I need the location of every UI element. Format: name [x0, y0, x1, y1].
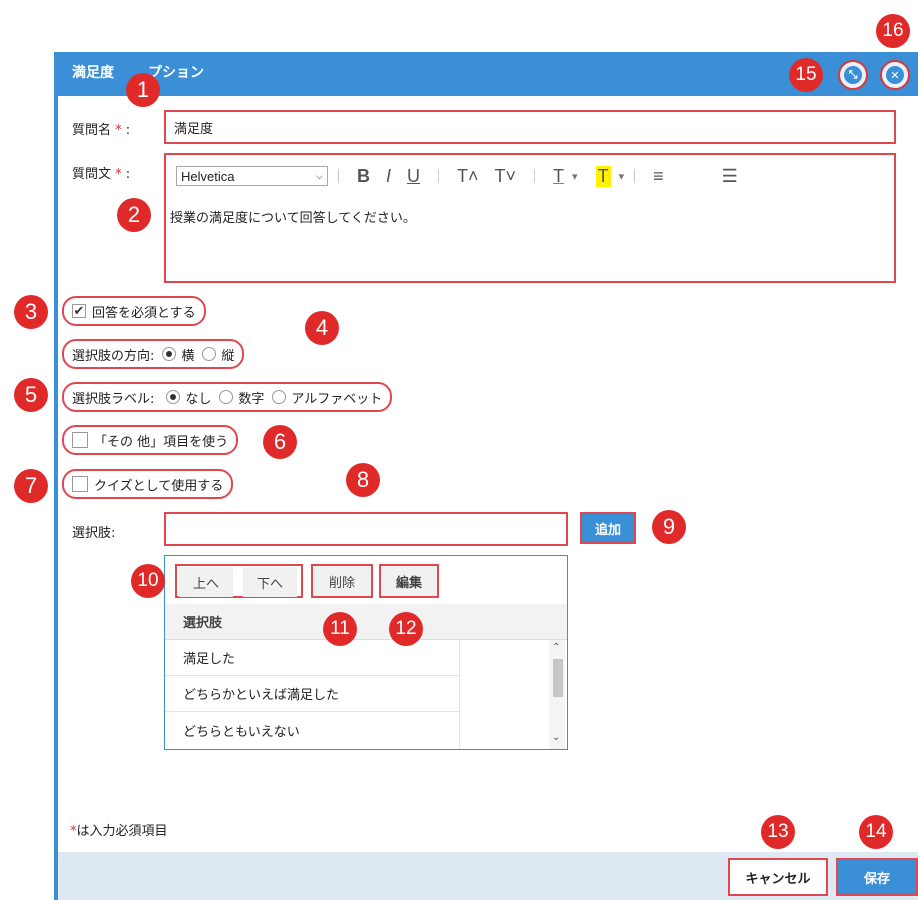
editor-toolbar: Helvetica ⌵ B I U T˄ T˅ T ▾ T ▾ ≡ ☰	[176, 163, 746, 189]
annotation-badge: 12	[389, 612, 423, 646]
list-item[interactable]: どちらともいえない	[165, 712, 459, 748]
label-number-radio[interactable]	[219, 390, 234, 404]
quiz-checkbox[interactable]: クイズとして使用する	[62, 469, 234, 499]
annotation-badge: 8	[346, 463, 380, 497]
annotation-badge: 6	[263, 425, 297, 459]
choice-list-header: 選択肢	[165, 604, 567, 640]
justify-icon[interactable]: ☰	[722, 166, 738, 187]
scroll-up-icon[interactable]: ⌃	[552, 642, 560, 653]
annotation-badge: 11	[323, 612, 357, 646]
choice-input[interactable]	[164, 512, 568, 546]
move-up-button[interactable]: 上へ	[179, 567, 233, 597]
superscript-button[interactable]: T˄	[457, 166, 479, 187]
checkmark-icon: ✔	[72, 303, 86, 319]
annotation-badge: 3	[14, 295, 48, 329]
italic-button[interactable]: I	[386, 166, 391, 187]
annotation-badge: 5	[14, 378, 48, 412]
annotation-badge: 13	[761, 815, 795, 849]
font-select[interactable]: Helvetica ⌵	[176, 166, 328, 186]
dialog-border	[54, 52, 58, 900]
highlight-button[interactable]: T	[595, 165, 611, 187]
label-none-radio[interactable]	[166, 390, 181, 404]
question-text-label: 質問文 * :	[72, 167, 131, 182]
direction-vertical-radio[interactable]	[202, 347, 217, 361]
annotation-badge: 16	[876, 14, 910, 48]
edit-button[interactable]: 編集	[379, 564, 439, 598]
choice-label-radio-group: 選択肢ラベル: なし 数字 アルファベット	[62, 382, 393, 412]
annotation-badge: 2	[117, 198, 151, 232]
cancel-button[interactable]: キャンセル	[728, 858, 828, 896]
annotation-badge: 10	[131, 564, 165, 598]
save-button[interactable]: 保存	[836, 858, 918, 896]
annotation-badge: 1	[126, 73, 160, 107]
question-name-label: 質問名 * :	[72, 123, 131, 138]
align-left-icon[interactable]: ≡	[653, 166, 664, 187]
choice-list-toolbar: 上へ 下へ 削除 編集	[165, 556, 567, 605]
highlight-caret-icon[interactable]: ▾	[619, 170, 625, 183]
annotation-badge: 7	[14, 469, 48, 503]
underline-button[interactable]: U	[407, 166, 420, 187]
list-item[interactable]: 満足した	[165, 640, 459, 676]
close-icon: ✕	[886, 66, 904, 84]
scrollbar-thumb[interactable]	[553, 659, 563, 697]
question-text-editor[interactable]: Helvetica ⌵ B I U T˄ T˅ T ▾ T ▾ ≡ ☰ 授業の満足…	[164, 153, 896, 283]
restore-button[interactable]: ⤡	[838, 60, 868, 90]
move-down-button[interactable]: 下へ	[243, 567, 297, 597]
annotation-badge: 15	[789, 58, 823, 92]
label-alphabet-radio[interactable]	[272, 390, 287, 404]
required-checkbox[interactable]: ✔ 回答を必須とする	[62, 296, 206, 326]
font-color-caret-icon[interactable]: ▾	[572, 170, 578, 183]
add-button[interactable]: 追加	[580, 512, 636, 544]
list-item[interactable]: どちらかといえば満足した	[165, 676, 459, 712]
bold-button[interactable]: B	[357, 166, 370, 187]
choice-list-panel: 上へ 下へ 削除 編集 選択肢 満足した どちらかといえば満足した どちらともい…	[164, 555, 568, 750]
close-button[interactable]: ✕	[880, 60, 910, 90]
annotation-badge: 14	[859, 815, 893, 849]
choices-label: 選択肢:	[72, 526, 116, 541]
required-footnote: *は入力必須項目	[70, 824, 168, 839]
other-item-checkbox[interactable]: 「その 他」項目を使う	[62, 425, 239, 455]
annotation-badge: 9	[652, 510, 686, 544]
direction-horizontal-radio[interactable]	[162, 347, 177, 361]
subscript-button[interactable]: T˅	[495, 166, 517, 187]
direction-radio-group: 選択肢の方向: 横 縦	[62, 339, 245, 369]
delete-button[interactable]: 削除	[311, 564, 373, 598]
editor-body[interactable]: 授業の満足度について回答してください。	[170, 207, 416, 226]
restore-icon: ⤡	[844, 66, 862, 84]
scroll-down-icon[interactable]: ⌄	[552, 732, 560, 743]
annotation-badge: 4	[305, 311, 339, 345]
question-name-input[interactable]: 満足度	[164, 110, 896, 144]
font-color-button[interactable]: T	[553, 166, 564, 187]
